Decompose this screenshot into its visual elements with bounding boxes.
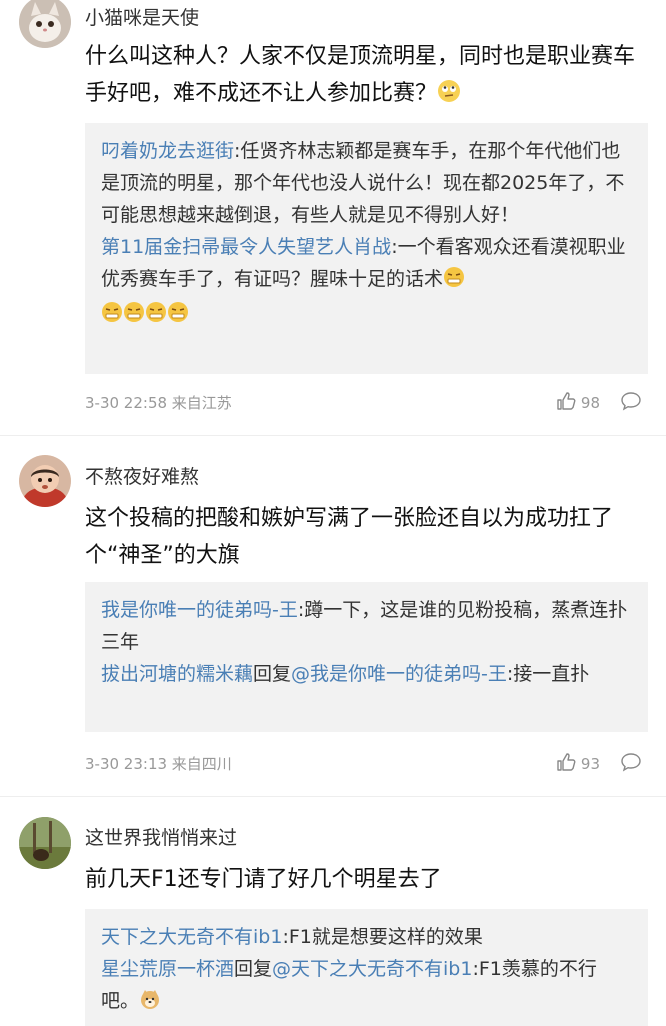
- reply-item: 天下之大无奇不有ib1:F1就是想要这样的效果: [101, 921, 634, 953]
- reply-item: 我是你唯一的徒弟吗-王:蹲一下，这是谁的见粉投稿，蒸煮连扑三年: [101, 594, 634, 658]
- avatar[interactable]: [19, 455, 71, 507]
- comment-text: 前几天F1还专门请了好几个明星去了: [85, 867, 442, 892]
- reply-connector: 回复: [234, 958, 273, 980]
- rolling-eyes-emoji-icon: [437, 78, 461, 115]
- reply-item: 第11届金扫帚最令人失望艺人肖战:一个看客观众还看漠视职业优秀赛车手了，有证吗？…: [101, 231, 634, 333]
- reply-connector: 回复: [253, 663, 292, 685]
- reply-item: 星尘荒原一杯酒回复@天下之大无奇不有ib1:F1羡慕的不行吧。: [101, 953, 634, 1020]
- comment-text: 这个投稿的把酸和嫉妒写满了一张脸还自以为成功扛了个“神圣”的大旗: [85, 506, 614, 568]
- comment-text: 什么叫这种人？人家不仅是顶流明星，同时也是职业赛车手好吧，难不成还不让人参加比赛…: [85, 38, 652, 115]
- reply-box: 我是你唯一的徒弟吗-王:蹲一下，这是谁的见粉投稿，蒸煮连扑三年 拔出河塘的糯米藕…: [85, 582, 648, 732]
- reply-username[interactable]: 第11届金扫帚最令人失望艺人肖战: [101, 236, 391, 258]
- child-avatar-image: [19, 455, 71, 507]
- reply-item: 叼着奶龙去逛街:任贤齐林志颖都是赛车手，在那个年代他们也是顶流的明星，那个年代也…: [101, 135, 634, 231]
- reply-item: 拔出河塘的糯米藕回复@我是你唯一的徒弟吗-王:接一直扑: [101, 658, 634, 690]
- reply-box: 叼着奶龙去逛街:任贤齐林志颖都是赛车手，在那个年代他们也是顶流的明星，那个年代也…: [85, 123, 648, 374]
- comment-text-body: 什么叫这种人？人家不仅是顶流明星，同时也是职业赛车手好吧，难不成还不让人参加比赛…: [85, 44, 636, 106]
- angry-emoji-icon: [101, 301, 123, 333]
- comment-item: 小猫咪是天使 什么叫这种人？人家不仅是顶流明星，同时也是职业赛车手好吧，难不成还…: [0, 0, 666, 436]
- reply-text: :接一直扑: [506, 663, 590, 685]
- username[interactable]: 小猫咪是天使: [85, 3, 199, 30]
- reply-mention[interactable]: @我是你唯一的徒弟吗-王: [291, 663, 507, 685]
- comment-item: 不熬夜好难熬 这个投稿的把酸和嫉妒写满了一张脸还自以为成功扛了个“神圣”的大旗 …: [0, 436, 666, 797]
- reply-username[interactable]: 星尘荒原一杯酒: [101, 958, 234, 980]
- comment-button[interactable]: [620, 390, 642, 416]
- reply-mention[interactable]: @天下之大无奇不有ib1: [272, 958, 472, 980]
- reply-box: 天下之大无奇不有ib1:F1就是想要这样的效果 星尘荒原一杯酒回复@天下之大无奇…: [85, 909, 648, 1026]
- username[interactable]: 不熬夜好难熬: [85, 462, 199, 489]
- angry-emoji-icon: [145, 301, 167, 333]
- like-count: 98: [580, 394, 600, 412]
- comment-bubble-icon: [620, 753, 642, 777]
- cat-avatar-image: [19, 0, 71, 48]
- comment-item: 这世界我悄悄来过 前几天F1还专门请了好几个明星去了 天下之大无奇不有ib1:F…: [0, 797, 666, 1026]
- like-button[interactable]: 93: [555, 751, 600, 777]
- comment-bubble-icon: [620, 392, 642, 416]
- comment-meta: 3-30 22:58 来自江苏: [85, 394, 232, 412]
- landscape-avatar-image: [19, 817, 71, 869]
- thumbs-up-icon: [555, 751, 577, 777]
- username[interactable]: 这世界我悄悄来过: [85, 823, 237, 850]
- like-button[interactable]: 98: [555, 390, 600, 416]
- reply-username[interactable]: 拔出河塘的糯米藕: [101, 663, 253, 685]
- comment-button[interactable]: [620, 751, 642, 777]
- avatar[interactable]: [19, 0, 71, 48]
- angry-emoji-icon: [123, 301, 145, 333]
- reply-username[interactable]: 我是你唯一的徒弟吗-王: [101, 599, 298, 621]
- reply-username[interactable]: 叼着奶龙去逛街: [101, 140, 234, 162]
- thumbs-up-icon: [555, 390, 577, 416]
- angry-emoji-icon: [443, 266, 465, 298]
- like-count: 93: [580, 755, 600, 773]
- reply-username[interactable]: 天下之大无奇不有ib1: [101, 926, 282, 948]
- doge-emoji-icon: [139, 988, 161, 1020]
- comment-meta: 3-30 23:13 来自四川: [85, 755, 232, 773]
- angry-emoji-icon: [167, 301, 189, 333]
- reply-text: :F1就是想要这样的效果: [282, 926, 483, 948]
- avatar[interactable]: [19, 817, 71, 869]
